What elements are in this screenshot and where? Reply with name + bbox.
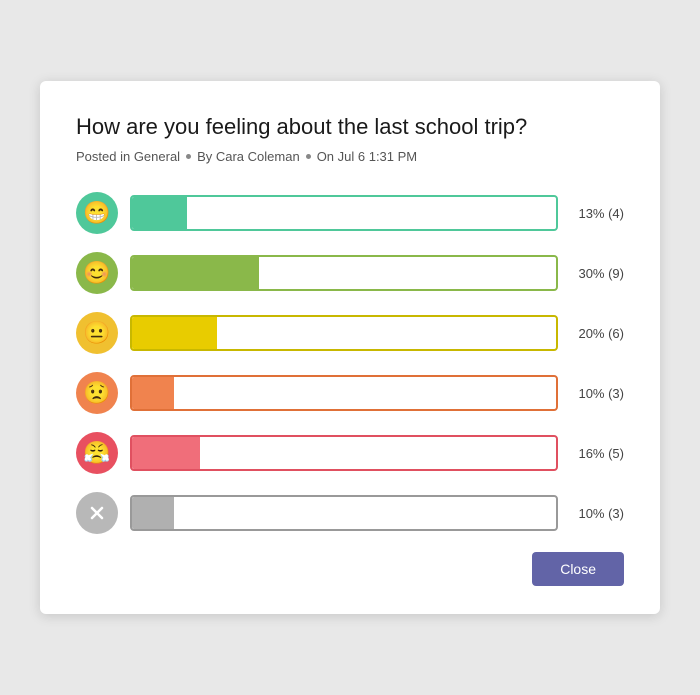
poll-row-grinning: 😁 13% (4) — [76, 192, 624, 234]
poll-meta: Posted in General By Cara Coleman On Jul… — [76, 149, 624, 164]
dot-1 — [186, 154, 191, 159]
bar-fill-worried — [132, 377, 174, 409]
bar-fill-none — [132, 497, 174, 529]
bar-fill-neutral — [132, 317, 217, 349]
bar-label-angry: 16% (5) — [570, 446, 624, 461]
emoji-smiling: 😊 — [76, 252, 118, 294]
emoji-grinning: 😁 — [76, 192, 118, 234]
bar-container-grinning — [130, 195, 558, 231]
poll-row-smiling: 😊 30% (9) — [76, 252, 624, 294]
bar-container-neutral — [130, 315, 558, 351]
bar-container-smiling — [130, 255, 558, 291]
posted-by: By Cara Coleman — [197, 149, 300, 164]
bar-container-angry — [130, 435, 558, 471]
emoji-neutral: 😐 — [76, 312, 118, 354]
bar-label-smiling: 30% (9) — [570, 266, 624, 281]
posted-in: Posted in General — [76, 149, 180, 164]
poll-rows: 😁 13% (4) 😊 30% (9) 😐 20% (6) 😟 10% (3) 😤 16% (5)… — [76, 192, 624, 534]
bar-label-none: 10% (3) — [570, 506, 624, 521]
bar-container-worried — [130, 375, 558, 411]
posted-on: On Jul 6 1:31 PM — [317, 149, 417, 164]
poll-row-neutral: 😐 20% (6) — [76, 312, 624, 354]
emoji-none — [76, 492, 118, 534]
bar-label-neutral: 20% (6) — [570, 326, 624, 341]
poll-row-worried: 😟 10% (3) — [76, 372, 624, 414]
bar-fill-smiling — [132, 257, 259, 289]
poll-row-angry: 😤 16% (5) — [76, 432, 624, 474]
dot-2 — [306, 154, 311, 159]
emoji-angry: 😤 — [76, 432, 118, 474]
bar-label-grinning: 13% (4) — [570, 206, 624, 221]
bar-label-worried: 10% (3) — [570, 386, 624, 401]
poll-card: How are you feeling about the last schoo… — [40, 81, 660, 615]
bar-container-none — [130, 495, 558, 531]
poll-title: How are you feeling about the last schoo… — [76, 113, 624, 142]
emoji-worried: 😟 — [76, 372, 118, 414]
poll-row-none: 10% (3) — [76, 492, 624, 534]
bar-fill-grinning — [132, 197, 187, 229]
close-button[interactable]: Close — [532, 552, 624, 586]
bar-fill-angry — [132, 437, 200, 469]
